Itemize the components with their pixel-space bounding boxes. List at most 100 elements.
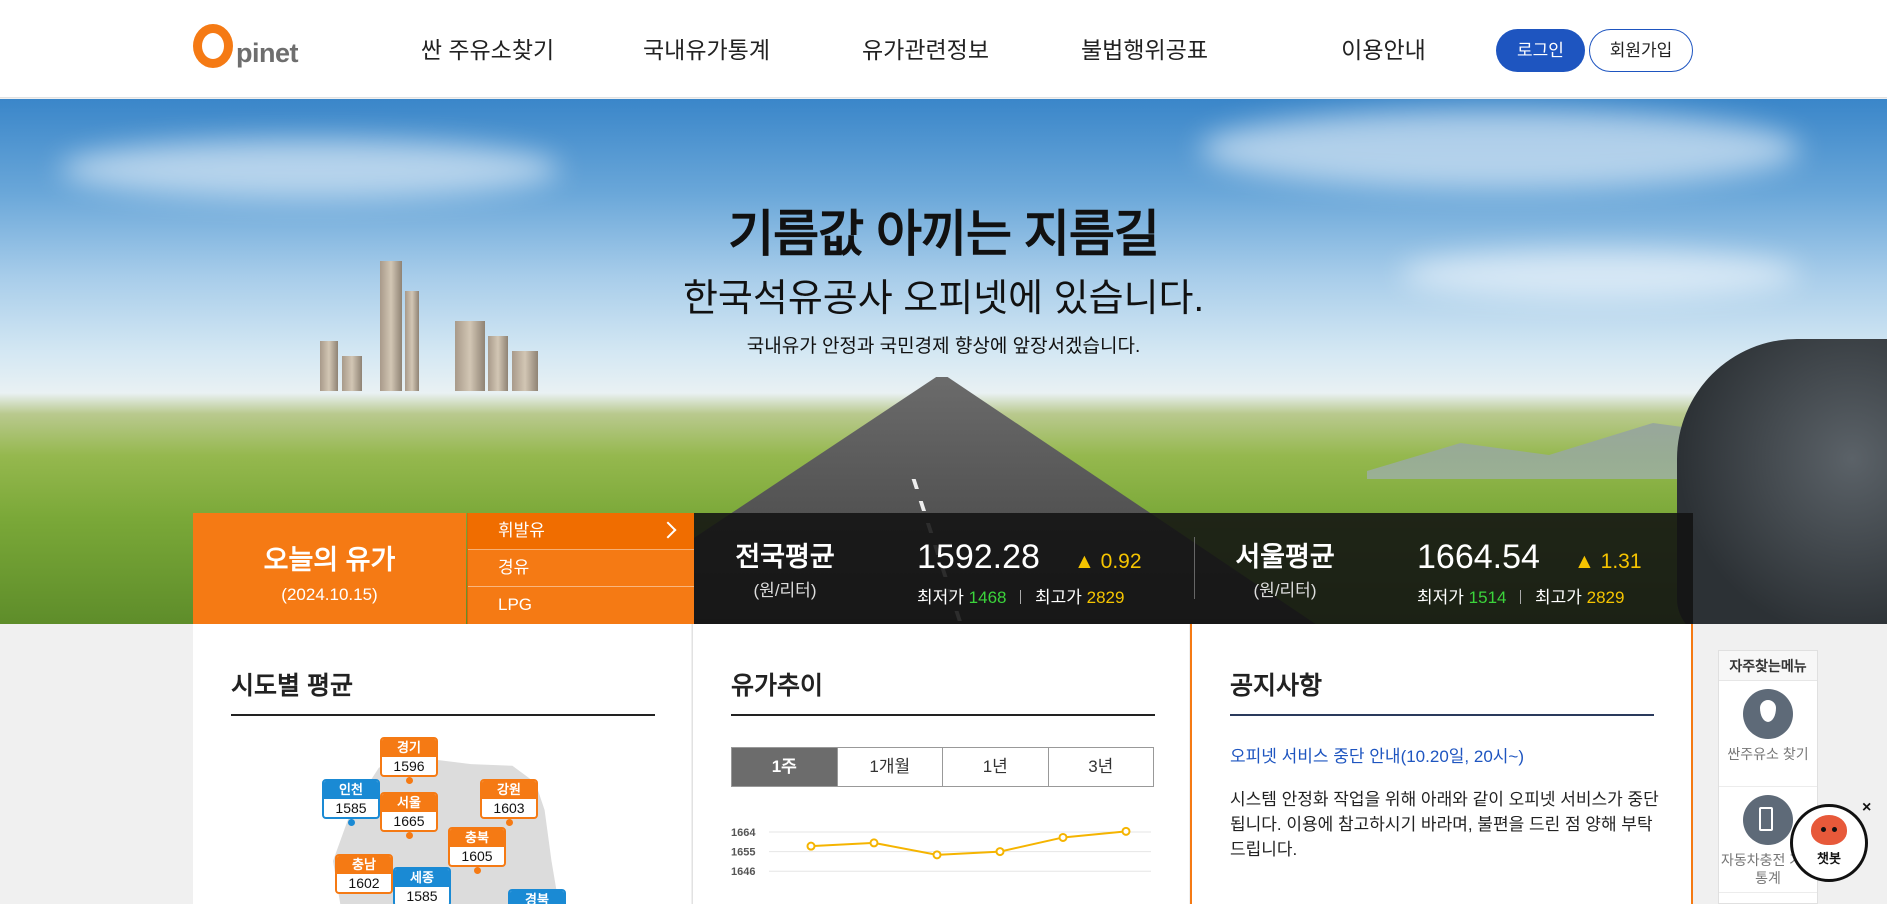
- login-button[interactable]: 로그인: [1496, 29, 1585, 72]
- nav-cheap-station[interactable]: 싼 주유소찾기: [378, 0, 597, 98]
- national-average-label: 전국평균: [735, 542, 835, 572]
- opinet-logo[interactable]: pinet: [193, 22, 323, 72]
- period-tab-1year[interactable]: 1년: [943, 748, 1049, 786]
- trend-point[interactable]: [806, 841, 816, 851]
- region-name: 인천: [324, 781, 378, 799]
- fuel-tab-gasoline[interactable]: 휘발유: [468, 513, 694, 550]
- period-tab-3years[interactable]: 3년: [1049, 748, 1154, 786]
- title-underline: [231, 714, 655, 716]
- join-button[interactable]: 회원가입: [1589, 29, 1693, 72]
- region-gyeongbuk[interactable]: 경북: [508, 889, 566, 904]
- hero-subtitle: 한국석유공사 오피넷에 있습니다.: [682, 278, 1205, 320]
- map-dot: [506, 819, 513, 826]
- change-value: 0.92: [1100, 550, 1142, 573]
- y-tick-label: 1655: [731, 847, 755, 859]
- up-triangle-icon: ▲: [1074, 550, 1095, 573]
- trend-point[interactable]: [1058, 832, 1068, 842]
- min-value: 1468: [968, 588, 1007, 607]
- period-tab-1month[interactable]: 1개월: [838, 748, 943, 786]
- region-price: 1602: [348, 875, 380, 891]
- notice-panel: 공지사항 오피넷 서비스 중단 안내(10.20일, 20시~) 시스템 안정화…: [1190, 624, 1693, 904]
- hero-title: 기름값 아끼는 지름길: [728, 206, 1160, 262]
- chatbot-button[interactable]: 챗봇: [1790, 804, 1868, 882]
- today-price-date: (2024.10.15): [281, 585, 378, 604]
- nav-guide[interactable]: 이용안내: [1274, 0, 1493, 98]
- region-name: 경북: [510, 891, 564, 904]
- region-gangwon[interactable]: 강원 1603: [480, 779, 538, 819]
- car: [1677, 339, 1887, 624]
- nav-price-info[interactable]: 유가관련정보: [816, 0, 1035, 98]
- site-header: pinet 싼 주유소찾기 국내유가통계 유가관련정보 불법행위공표 이용안내 …: [0, 0, 1887, 98]
- price-trend-panel: 유가추이 1주 1개월 1년 3년 1664 1655 1646: [692, 624, 1189, 904]
- max-label: 최고가: [1034, 588, 1082, 607]
- up-triangle-icon: ▲: [1574, 550, 1595, 573]
- region-map: 경기 1596 인천 1585 서울 1665 강원 1603 충북 1605 충남 160…: [303, 737, 583, 904]
- divider: [1020, 590, 1022, 604]
- today-price-box: 오늘의 유가 (2024.10.15): [193, 513, 466, 624]
- trend-point[interactable]: [1121, 826, 1131, 836]
- change-value: 1.31: [1600, 550, 1642, 573]
- fuel-tab-label: 휘발유: [498, 521, 545, 540]
- seoul-average-label: 서울평균: [1235, 542, 1335, 572]
- region-name: 충남: [337, 856, 391, 874]
- notice-link[interactable]: 오피넷 서비스 중단 안내(10.20일, 20시~): [1230, 742, 1524, 767]
- quick-menu-label: 싼주유소 찾기: [1727, 746, 1809, 762]
- title-underline: [1230, 714, 1654, 716]
- region-price: 1665: [393, 813, 425, 829]
- y-tick-label: 1664: [731, 827, 756, 839]
- y-tick-label: 1646: [731, 866, 755, 878]
- title-underline: [731, 714, 1155, 716]
- chatbot-label: 챗봇: [1817, 851, 1841, 866]
- main-nav: 싼 주유소찾기 국내유가통계 유가관련정보 불법행위공표 이용안내: [378, 0, 1493, 98]
- trend-point[interactable]: [995, 847, 1005, 857]
- region-chungbuk[interactable]: 충북 1605: [448, 827, 506, 867]
- location-pin-icon: [1743, 689, 1793, 739]
- map-dot: [474, 867, 481, 874]
- nav-domestic-stats[interactable]: 국내유가통계: [597, 0, 816, 98]
- region-name: 경기: [382, 739, 436, 757]
- today-price-title: 오늘의 유가: [263, 545, 396, 575]
- close-icon[interactable]: ×: [1862, 799, 1871, 817]
- price-trend-title: 유가추이: [731, 672, 824, 700]
- today-price-bar: 오늘의 유가 (2024.10.15) 휘발유 경유 LPG 전국평균 (원/리…: [193, 513, 1693, 624]
- region-chungnam[interactable]: 충남 1602: [335, 854, 393, 894]
- logo-text: pinet: [236, 38, 299, 68]
- region-seoul[interactable]: 서울 1665: [380, 792, 438, 832]
- min-value: 1514: [1468, 588, 1507, 607]
- cloud: [60, 139, 560, 199]
- region-gyeonggi[interactable]: 경기 1596: [380, 737, 438, 777]
- period-tabs: 1주 1개월 1년 3년: [731, 747, 1154, 787]
- seoul-average: 서울평균 (원/리터) 1664.54 ▲ 1.31 최저가 1514 최고가 …: [1194, 513, 1693, 624]
- cloud: [1200, 109, 1800, 189]
- nav-illegal-disclosure[interactable]: 불법행위공표: [1035, 0, 1254, 98]
- chevron-right-icon: [659, 521, 677, 539]
- region-name: 충북: [450, 829, 504, 847]
- hero-description: 국내유가 안정과 국민경제 향상에 앞장서겠습니다.: [746, 336, 1141, 357]
- price-trend-chart: 1664 1655 1646: [731, 826, 1151, 878]
- national-average-value: 1592.28: [917, 538, 1040, 576]
- region-name: 강원: [482, 781, 536, 799]
- region-name: 서울: [382, 794, 436, 812]
- quick-menu-cheap-station[interactable]: 싼주유소 찾기: [1719, 681, 1817, 787]
- average-price-panel: 전국평균 (원/리터) 1592.28 ▲ 0.92 최저가 1468 최고가 …: [694, 513, 1693, 624]
- fuel-tab-diesel[interactable]: 경유: [468, 550, 694, 587]
- min-label: 최저가: [917, 588, 964, 607]
- regional-average-panel: 시도별 평균 경기 1596 인천 1585 서울 1665 강원 1603 충북 160…: [193, 624, 691, 904]
- notice-text: 시스템 안정화 작업을 위해 아래와 같이 오피넷 서비스가 중단됩니다. 이용…: [1230, 790, 1659, 859]
- national-min-max: 최저가 1468 최고가 2829: [917, 583, 1124, 608]
- max-value: 2829: [1086, 588, 1125, 607]
- map-dot: [348, 819, 355, 826]
- region-incheon[interactable]: 인천 1585: [322, 779, 380, 819]
- quick-menu-title: 자주찾는메뉴: [1719, 651, 1817, 681]
- trend-point[interactable]: [932, 850, 942, 860]
- seoul-average-unit: (원/리터): [1253, 581, 1317, 600]
- region-sejong[interactable]: 세종 1585: [393, 867, 451, 904]
- fuel-tab-lpg[interactable]: LPG: [468, 587, 694, 624]
- seoul-average-value: 1664.54: [1417, 538, 1540, 576]
- region-price: 1585: [335, 800, 367, 816]
- trend-point[interactable]: [869, 838, 879, 848]
- national-average: 전국평균 (원/리터) 1592.28 ▲ 0.92 최저가 1468 최고가 …: [694, 513, 1194, 624]
- period-tab-1week[interactable]: 1주: [732, 748, 838, 786]
- seoul-min-max: 최저가 1514 최고가 2829: [1417, 583, 1624, 608]
- min-label: 최저가: [1417, 588, 1464, 607]
